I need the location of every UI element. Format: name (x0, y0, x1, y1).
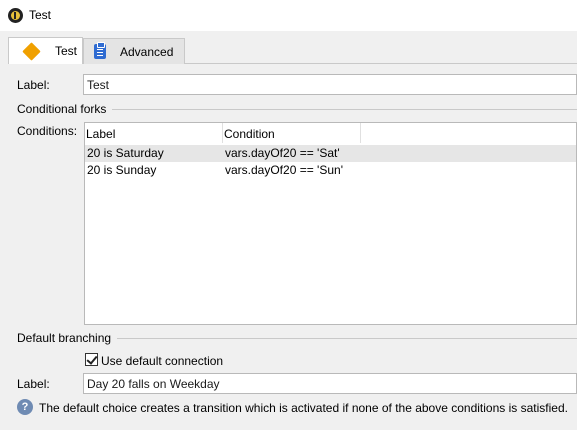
table-row[interactable]: 20 is Sunday vars.dayOf20 == 'Sun' (85, 162, 576, 179)
tab-test-label: Test (55, 44, 78, 58)
default-label-input[interactable]: Day 20 falls on Weekday (83, 373, 577, 394)
window-title: Test (29, 8, 52, 22)
info-icon: ? (17, 399, 33, 415)
diamond-icon (22, 41, 41, 61)
row-condition: vars.dayOf20 == 'Sat' (225, 146, 340, 160)
use-default-connection-checkbox[interactable] (85, 353, 98, 366)
tab-test[interactable]: Test (8, 37, 83, 64)
tab-bar: Test Advanced (0, 31, 577, 64)
conditions-table-header: Label Condition (85, 123, 576, 143)
app-icon (8, 8, 23, 23)
use-default-connection-label[interactable]: Use default connection (101, 354, 223, 368)
conditional-forks-divider (112, 109, 577, 110)
row-label: 20 is Sunday (87, 163, 157, 177)
tab-advanced[interactable]: Advanced (83, 38, 185, 64)
conditions-table[interactable]: Label Condition 20 is Saturday vars.dayO… (84, 122, 577, 325)
clipboard-icon (94, 42, 106, 59)
row-condition: vars.dayOf20 == 'Sun' (225, 163, 343, 177)
info-text: The default choice creates a transition … (39, 401, 568, 415)
conditional-forks-title: Conditional forks (17, 102, 110, 116)
default-label-caption: Label: (17, 377, 50, 391)
row-label: 20 is Saturday (87, 146, 164, 160)
table-row[interactable]: 20 is Saturday vars.dayOf20 == 'Sat' (85, 145, 576, 162)
tab-advanced-label: Advanced (120, 44, 174, 59)
conditions-caption: Conditions: (17, 124, 78, 138)
column-header-label[interactable]: Label (85, 123, 223, 143)
default-branching-divider (117, 338, 577, 339)
label-caption: Label: (17, 78, 50, 92)
label-input[interactable]: Test (83, 74, 577, 95)
default-branching-title: Default branching (17, 331, 115, 345)
title-bar: Test (0, 0, 577, 31)
column-header-condition[interactable]: Condition (223, 123, 361, 143)
